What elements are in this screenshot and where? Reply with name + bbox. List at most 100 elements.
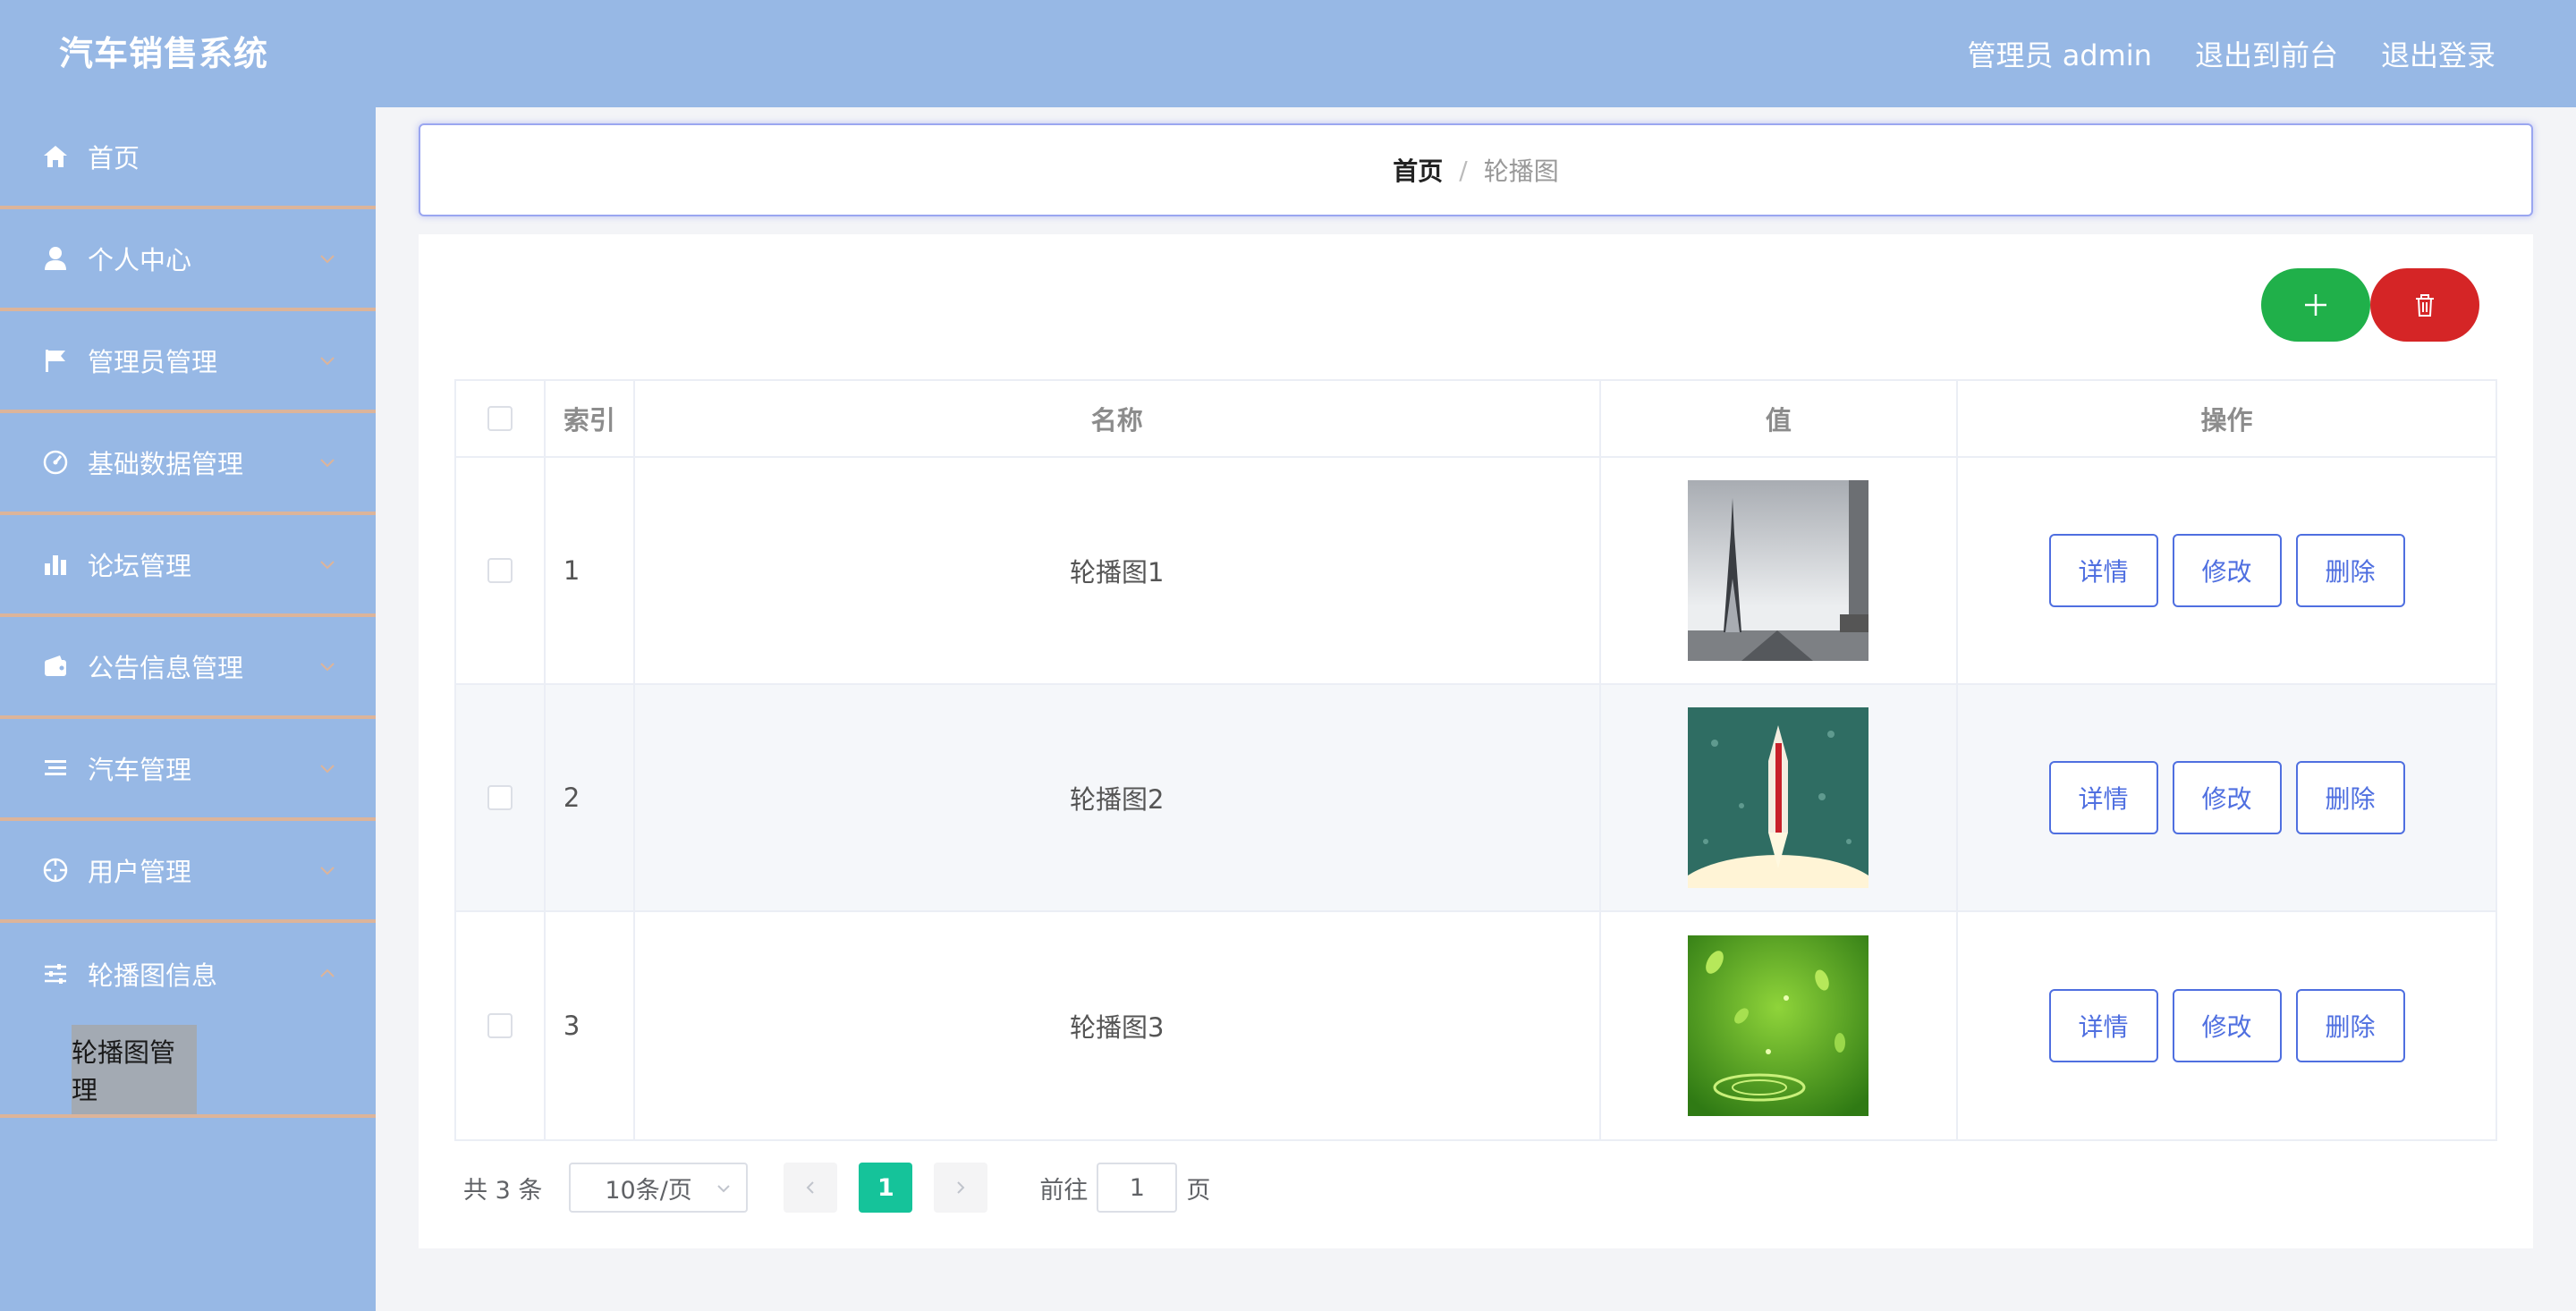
column-header-actions: 操作 <box>2200 405 2253 436</box>
flag-icon <box>41 346 70 375</box>
list-icon <box>41 754 70 782</box>
batch-delete-button[interactable] <box>2370 268 2479 342</box>
trash-icon <box>2416 294 2434 317</box>
delete-button[interactable]: 删除 <box>2295 989 2405 1062</box>
chevron-down-icon <box>320 357 335 366</box>
data-table: 索引 名称 值 操作 1 轮播图1 详情 修改 删除 2 轮播图2 详情 修改 … <box>454 379 2497 1141</box>
sidebar-item-label: 论坛管理 <box>88 551 192 581</box>
total-count: 共 3 条 <box>463 1176 543 1205</box>
row-index: 1 <box>546 458 635 683</box>
row-checkbox[interactable] <box>487 558 513 583</box>
exit-to-front-link[interactable]: 退出到前台 <box>2195 33 2338 74</box>
sliders-icon <box>41 960 70 988</box>
sidebar-item-label: 个人中心 <box>88 245 192 275</box>
page-size-select[interactable]: 10条/页 <box>569 1163 749 1213</box>
logout-link[interactable]: 退出登录 <box>2381 33 2496 74</box>
row-actions: 详情 修改 删除 <box>1958 685 2496 910</box>
pagination: 共 3 条 10条/页 1 前往 页 <box>463 1163 1210 1213</box>
sidebar-item-label: 基础数据管理 <box>88 449 244 479</box>
row-name: 轮播图2 <box>635 685 1601 910</box>
plus-icon <box>2305 294 2326 316</box>
row-actions: 详情 修改 删除 <box>1958 458 2496 683</box>
edit-button[interactable]: 修改 <box>2172 989 2282 1062</box>
admin-user-label: 管理员 admin <box>1967 38 2152 72</box>
goto-page-input[interactable] <box>1097 1163 1178 1213</box>
sidebar-item-basic-data[interactable]: 基础数据管理 <box>0 413 376 515</box>
gauge-icon <box>41 448 70 477</box>
home-icon <box>41 142 70 171</box>
crosshair-icon <box>41 856 70 884</box>
delete-button[interactable]: 删除 <box>2295 534 2405 607</box>
chevron-up-icon <box>320 968 335 977</box>
header-check-cell <box>456 381 546 456</box>
row-checkbox[interactable] <box>487 1013 513 1038</box>
row-check-cell <box>456 685 546 910</box>
top-header: 汽车销售系统 管理员 admin 退出到前台 退出登录 <box>0 0 2576 107</box>
column-header-name: 名称 <box>635 381 1601 456</box>
app-title: 汽车销售系统 <box>59 34 269 73</box>
edit-button[interactable]: 修改 <box>2172 534 2282 607</box>
chevron-down-icon <box>717 1185 731 1193</box>
wallet-icon <box>41 652 70 681</box>
select-all-checkbox[interactable] <box>487 406 513 431</box>
sidebar-item-label: 公告信息管理 <box>88 653 244 683</box>
row-checkbox[interactable] <box>487 785 513 810</box>
teal-rocket-thumbnail[interactable] <box>1688 707 1869 888</box>
next-page-button[interactable] <box>934 1163 988 1213</box>
sidebar-item-label: 用户管理 <box>88 857 192 887</box>
sidebar-item-label: 首页 <box>88 143 140 173</box>
sidebar-subitem-carousel-management[interactable]: 轮播图管理 <box>72 1025 197 1114</box>
green-leaves-thumbnail[interactable] <box>1688 935 1869 1116</box>
chevron-down-icon <box>320 561 335 570</box>
row-index: 2 <box>546 685 635 910</box>
sidebar-item-personal-center[interactable]: 个人中心 <box>0 209 376 311</box>
table-row: 3 轮播图3 详情 修改 删除 <box>456 912 2496 1139</box>
header-links: 管理员 admin 退出到前台 退出登录 <box>1968 0 2496 107</box>
breadcrumb: 首页 / 轮播图 <box>419 123 2533 216</box>
breadcrumb-separator: / <box>1459 155 1468 185</box>
eiffel-tower-thumbnail[interactable] <box>1688 480 1869 661</box>
column-header-index: 索引 <box>546 381 635 456</box>
breadcrumb-home[interactable]: 首页 <box>1393 152 1443 188</box>
sidebar-item-label: 管理员管理 <box>88 347 218 377</box>
row-check-cell <box>456 458 546 683</box>
chevron-down-icon <box>320 867 335 875</box>
sidebar-item-forum[interactable]: 论坛管理 <box>0 515 376 617</box>
sidebar-item-carousel-info[interactable]: 轮播图信息 <box>0 923 376 1025</box>
breadcrumb-current: 轮播图 <box>1483 156 1559 186</box>
main-panel: 索引 名称 值 操作 1 轮播图1 详情 修改 删除 2 轮播图2 详情 修改 … <box>419 234 2533 1248</box>
page-suffix: 页 <box>1186 1176 1211 1205</box>
row-index: 3 <box>546 912 635 1139</box>
table-row: 1 轮播图1 详情 修改 删除 <box>456 458 2496 685</box>
sidebar: 首页 个人中心 管理员管理 基础数据管理 论坛管理 公告信息管理 汽车管理 用户… <box>0 107 376 1311</box>
user-icon <box>41 244 70 273</box>
row-name: 轮播图1 <box>635 458 1601 683</box>
sidebar-item-user-management[interactable]: 用户管理 <box>0 821 376 923</box>
detail-button[interactable]: 详情 <box>2048 761 2158 834</box>
chevron-down-icon <box>320 663 335 672</box>
sidebar-item-admin-management[interactable]: 管理员管理 <box>0 311 376 413</box>
column-header-value: 值 <box>1601 381 1959 456</box>
row-value-cell <box>1601 685 1959 910</box>
detail-button[interactable]: 详情 <box>2048 534 2158 607</box>
sidebar-item-car-management[interactable]: 汽车管理 <box>0 719 376 821</box>
row-value-cell <box>1601 912 1959 1139</box>
chevron-down-icon <box>320 459 335 468</box>
row-check-cell <box>456 912 546 1139</box>
table-row: 2 轮播图2 详情 修改 删除 <box>456 685 2496 912</box>
delete-button[interactable]: 删除 <box>2295 761 2405 834</box>
goto-label: 前往 <box>1039 1176 1089 1205</box>
prev-page-button[interactable] <box>784 1163 838 1213</box>
detail-button[interactable]: 详情 <box>2048 989 2158 1062</box>
bar-chart-icon <box>41 550 70 579</box>
sidebar-item-announcement[interactable]: 公告信息管理 <box>0 617 376 719</box>
add-button[interactable] <box>2261 268 2370 342</box>
table-header-row: 索引 名称 值 操作 <box>456 381 2496 458</box>
page-number-current[interactable]: 1 <box>859 1163 913 1213</box>
chevron-right-icon <box>957 1181 965 1194</box>
edit-button[interactable]: 修改 <box>2172 761 2282 834</box>
sidebar-item-home[interactable]: 首页 <box>0 107 376 209</box>
sidebar-item-label: 汽车管理 <box>88 755 192 785</box>
carousel-submenu: 轮播图管理 <box>0 1025 376 1118</box>
page-size-value: 10条/页 <box>605 1176 692 1205</box>
